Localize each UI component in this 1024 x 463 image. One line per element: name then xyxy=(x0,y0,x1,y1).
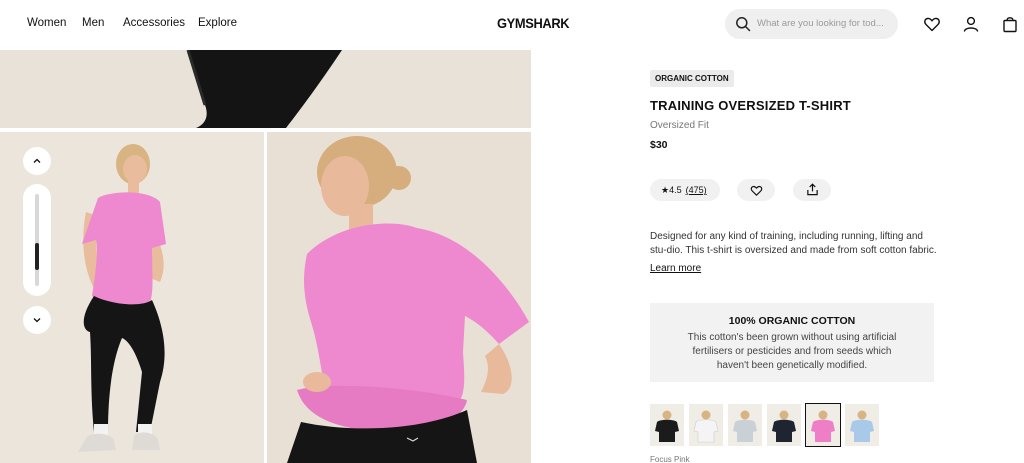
heart-icon[interactable] xyxy=(923,15,941,33)
chevron-up-icon xyxy=(33,158,41,163)
organic-cotton-badge: ORGANIC COTTON xyxy=(650,70,734,87)
gallery-down-button[interactable] xyxy=(23,306,51,334)
share-button[interactable] xyxy=(793,179,831,201)
color-swatch[interactable] xyxy=(650,404,684,446)
color-swatches xyxy=(650,403,884,447)
site-header: Women Men Accessories Explore GYMSHARK W… xyxy=(0,0,1024,50)
product-description: Designed for any kind of training, inclu… xyxy=(650,231,937,256)
gallery-scrollbar[interactable] xyxy=(23,184,51,296)
color-swatch[interactable] xyxy=(689,404,723,446)
scroll-rail xyxy=(35,194,39,286)
product-image-top[interactable] xyxy=(0,50,531,128)
swatch-thumbnail xyxy=(811,410,835,442)
product-image-standing[interactable] xyxy=(0,132,264,463)
color-swatch[interactable] xyxy=(767,404,801,446)
color-swatch[interactable] xyxy=(805,403,841,447)
wishlist-button[interactable] xyxy=(737,179,775,201)
swatch-thumbnail xyxy=(850,410,874,442)
search-input[interactable]: What are you looking for tod... xyxy=(725,9,898,39)
product-title: TRAINING OVERSIZED T-SHIRT xyxy=(650,98,851,113)
color-swatch[interactable] xyxy=(728,404,762,446)
swatch-thumbnail xyxy=(655,410,679,442)
review-count[interactable]: (475) xyxy=(686,185,707,195)
user-icon[interactable] xyxy=(962,15,980,33)
model-standing-illustration xyxy=(0,132,264,463)
model-closeup-illustration xyxy=(267,132,531,463)
nav-explore[interactable]: Explore xyxy=(198,17,237,29)
scroll-thumb[interactable] xyxy=(35,242,39,270)
rating-button[interactable]: ★4.5 (475) xyxy=(650,179,720,201)
product-price: $30 xyxy=(650,139,668,151)
leggings-crop-illustration xyxy=(186,50,342,128)
chevron-down-icon xyxy=(33,318,41,323)
main-nav: Women Men Accessories Explore xyxy=(27,17,237,29)
search-placeholder: What are you looking for tod... xyxy=(757,18,884,29)
nav-men[interactable]: Men xyxy=(82,17,123,29)
search-icon xyxy=(736,17,751,32)
star-icon: ★ xyxy=(661,185,670,195)
nav-accessories[interactable]: Accessories xyxy=(123,17,198,29)
info-title: 100% ORGANIC COTTON xyxy=(728,315,856,327)
learn-more-link[interactable]: Learn more xyxy=(650,263,701,274)
bag-icon[interactable] xyxy=(1001,15,1019,33)
organic-cotton-info: 100% ORGANIC COTTON This cotton's been g… xyxy=(650,303,934,382)
nav-women[interactable]: Women xyxy=(27,17,82,29)
heart-icon xyxy=(750,185,763,196)
swatch-thumbnail xyxy=(772,410,796,442)
swatch-thumbnail xyxy=(693,410,719,443)
swatch-thumbnail xyxy=(733,410,757,442)
rating-value: 4.5 xyxy=(669,185,682,195)
brand-logo[interactable]: GYMSHARK xyxy=(497,15,570,31)
share-icon xyxy=(807,183,818,196)
info-text: This cotton's been grown without using a… xyxy=(687,332,897,371)
product-fit: Oversized Fit xyxy=(650,120,709,131)
selected-color-label: Focus Pink xyxy=(650,455,690,463)
color-swatch[interactable] xyxy=(845,404,879,446)
product-image-closeup[interactable] xyxy=(267,132,531,463)
gallery-up-button[interactable] xyxy=(23,147,51,175)
